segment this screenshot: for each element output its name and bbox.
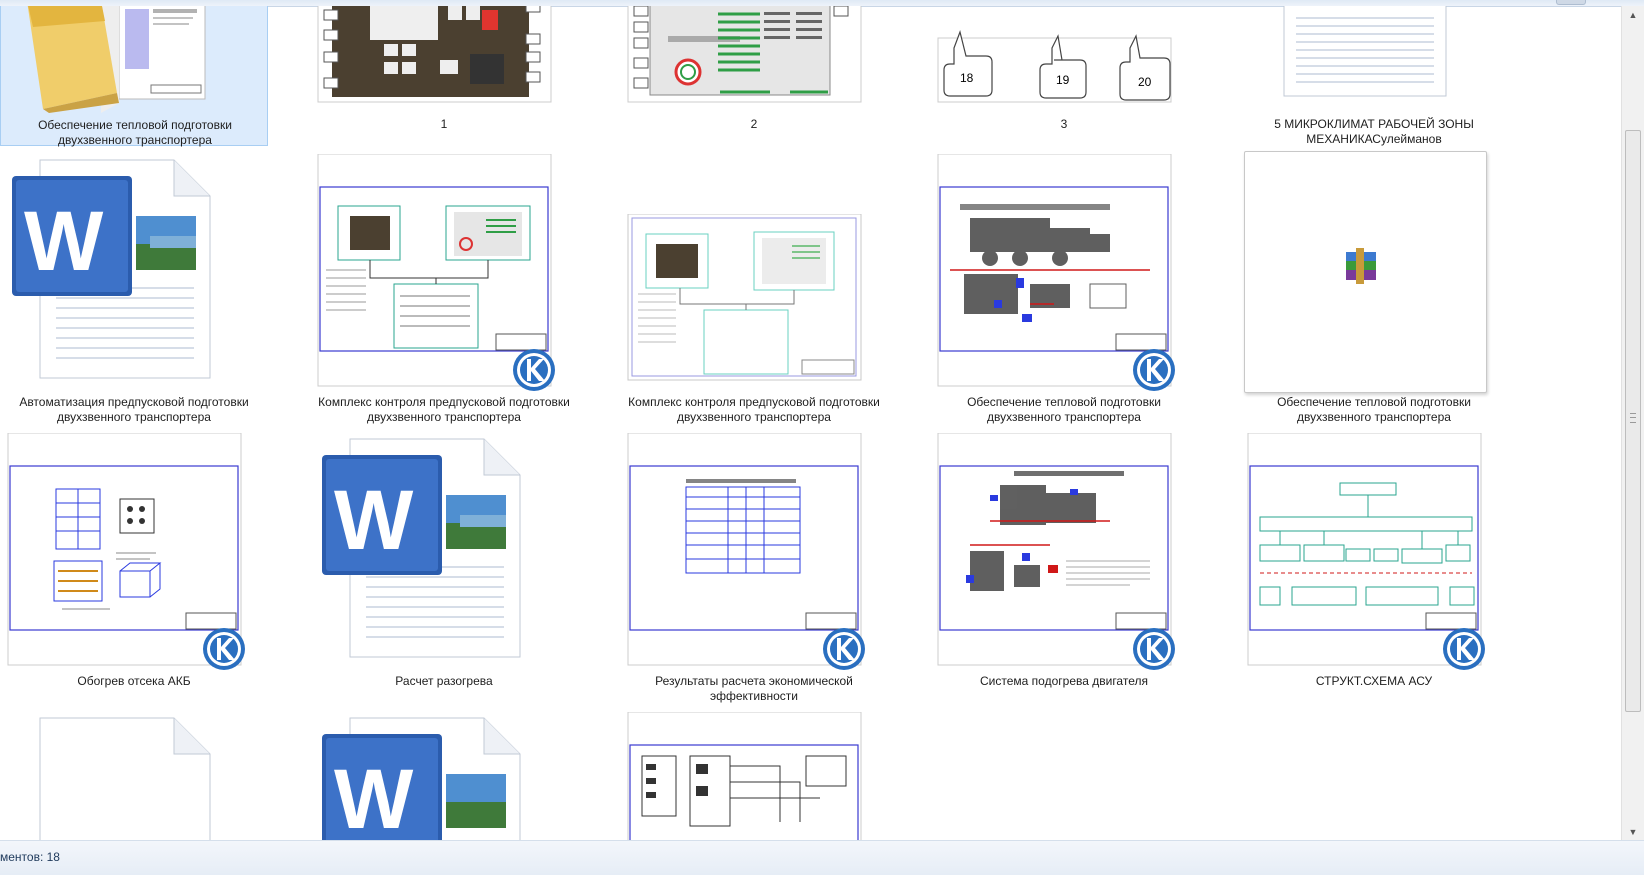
folder-icon bbox=[27, 6, 206, 113]
file-tile[interactable]: Обеспечение тепловой подготовки двухзвен… bbox=[1240, 146, 1508, 425]
kompas-icon bbox=[513, 349, 555, 391]
callout-number: 19 bbox=[1056, 73, 1070, 87]
kompas-icon bbox=[1133, 349, 1175, 391]
kompas-icon bbox=[823, 628, 865, 670]
kompas-drawing-icon: 18 19 20 bbox=[937, 29, 1172, 103]
item-count: ментов: 18 bbox=[0, 850, 60, 864]
file-tile[interactable]: 1 bbox=[310, 6, 578, 146]
file-tile[interactable]: W Расчет разогрева bbox=[310, 425, 578, 704]
kompas-icon bbox=[203, 628, 245, 670]
word-document-icon bbox=[1283, 6, 1447, 97]
scrollbar-grip-icon bbox=[1630, 413, 1636, 423]
kompas-drawing-icon bbox=[627, 712, 862, 841]
file-tile[interactable]: 2 bbox=[620, 6, 888, 146]
kompas-icon bbox=[1133, 628, 1175, 670]
file-label: Комплекс контроля предпусковой подготовк… bbox=[318, 395, 570, 424]
file-tile[interactable]: 5 МИКРОКЛИМАТ РАБОЧЕЙ ЗОНЫ МЕХАНИКАСулей… bbox=[1240, 6, 1508, 146]
file-label: 2 bbox=[750, 117, 758, 131]
file-list-view[interactable]: Обеспечение тепловой подготовки двухзвен… bbox=[0, 6, 1622, 841]
word-document-icon: W bbox=[12, 159, 211, 379]
blank-file-icon bbox=[39, 717, 211, 841]
drawing-preview-icon bbox=[627, 214, 862, 381]
winrar-archive-icon bbox=[1346, 248, 1376, 284]
file-label: Расчет разогрева bbox=[395, 674, 493, 688]
file-tile[interactable]: СТРУКТ.СХЕМА АСУ bbox=[1240, 425, 1508, 704]
file-label: Автоматизация предпусковой подготовки дв… bbox=[19, 395, 249, 424]
file-label: 3 bbox=[1060, 117, 1068, 131]
vertical-scrollbar[interactable]: ▲ ▼ bbox=[1621, 6, 1644, 841]
scrollbar-thumb[interactable] bbox=[1625, 130, 1641, 712]
kompas-drawing-icon bbox=[627, 6, 862, 103]
status-bar: ментов: 18 bbox=[0, 840, 1644, 875]
svg-text:W: W bbox=[334, 473, 414, 567]
kompas-drawing-icon bbox=[317, 6, 552, 103]
file-label: 1 bbox=[440, 117, 448, 131]
file-tile[interactable]: Комплекс контроля предпусковой подготовк… bbox=[310, 146, 578, 425]
file-label: Обеспечение тепловой подготовки двухзвен… bbox=[38, 118, 232, 147]
file-label: Система подогрева двигателя bbox=[980, 674, 1148, 688]
file-label: 5 МИКРОКЛИМАТ РАБОЧЕЙ ЗОНЫ МЕХАНИКАСулей… bbox=[1274, 117, 1474, 146]
file-label: Результаты расчета экономической эффекти… bbox=[655, 674, 853, 703]
file-label: Обогрев отсека АКБ bbox=[77, 674, 191, 688]
file-tile[interactable] bbox=[0, 704, 268, 841]
file-tile[interactable]: W Автоматизация предпусковой подготовки … bbox=[0, 146, 268, 425]
file-tile[interactable]: Результаты расчета экономической эффекти… bbox=[620, 425, 888, 704]
file-tile[interactable]: W bbox=[310, 704, 578, 841]
window-resize-handle[interactable] bbox=[1556, 0, 1586, 5]
word-document-icon: W bbox=[322, 438, 521, 658]
file-label: СТРУКТ.СХЕМА АСУ bbox=[1315, 674, 1433, 688]
file-tile[interactable]: 18 19 20 3 bbox=[930, 6, 1198, 146]
file-tile[interactable]: Система подогрева двигателя bbox=[930, 425, 1198, 704]
file-tile[interactable] bbox=[620, 704, 888, 841]
word-document-icon: W bbox=[322, 717, 521, 841]
scroll-down-arrow-icon[interactable]: ▼ bbox=[1622, 823, 1644, 841]
callout-number: 20 bbox=[1138, 75, 1152, 89]
file-label: Обеспечение тепловой подготовки двухзвен… bbox=[967, 395, 1161, 424]
svg-text:W: W bbox=[24, 194, 104, 288]
file-tile[interactable]: Обеспечение тепловой подготовки двухзвен… bbox=[0, 6, 268, 147]
file-tile[interactable]: Комплекс контроля предпусковой подготовк… bbox=[620, 146, 888, 425]
file-tile[interactable]: Обогрев отсека АКБ bbox=[0, 425, 268, 704]
scroll-up-arrow-icon[interactable]: ▲ bbox=[1622, 6, 1644, 24]
file-label: Обеспечение тепловой подготовки двухзвен… bbox=[1277, 395, 1471, 424]
file-label: Комплекс контроля предпусковой подготовк… bbox=[628, 395, 880, 424]
file-tile[interactable]: Обеспечение тепловой подготовки двухзвен… bbox=[930, 146, 1198, 425]
callout-number: 18 bbox=[960, 71, 974, 85]
kompas-icon bbox=[1443, 628, 1485, 670]
svg-text:W: W bbox=[334, 752, 414, 841]
